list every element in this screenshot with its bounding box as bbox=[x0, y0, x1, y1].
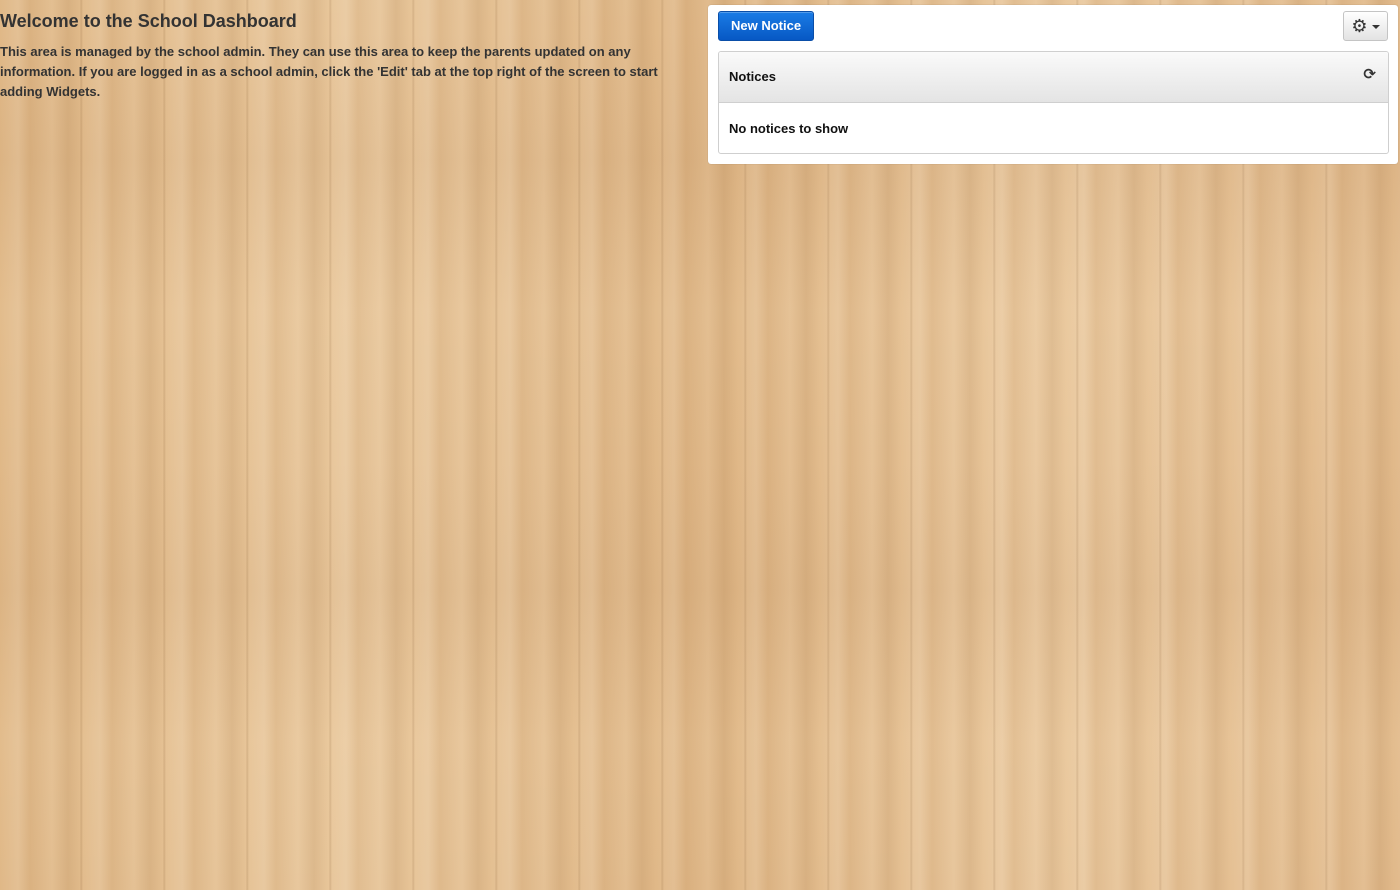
notice-panel: New Notice ⚙ Notices ⟳ No notices to sho… bbox=[708, 5, 1398, 164]
notices-title: Notices bbox=[729, 69, 776, 84]
welcome-title: Welcome to the School Dashboard bbox=[0, 11, 297, 31]
notices-empty-message: No notices to show bbox=[729, 121, 849, 136]
gear-icon: ⚙ bbox=[1351, 16, 1368, 36]
notices-header: Notices ⟳ bbox=[719, 52, 1388, 103]
notices-widget: Notices ⟳ No notices to show bbox=[718, 51, 1389, 154]
welcome-description: This area is managed by the school admin… bbox=[0, 44, 658, 99]
new-notice-button[interactable]: New Notice bbox=[718, 11, 815, 41]
caret-down-icon bbox=[1371, 25, 1380, 29]
welcome-section: Welcome to the School Dashboard This are… bbox=[0, 10, 670, 102]
settings-dropdown-button[interactable]: ⚙ bbox=[1343, 11, 1388, 41]
refresh-icon[interactable]: ⟳ bbox=[1363, 67, 1376, 83]
